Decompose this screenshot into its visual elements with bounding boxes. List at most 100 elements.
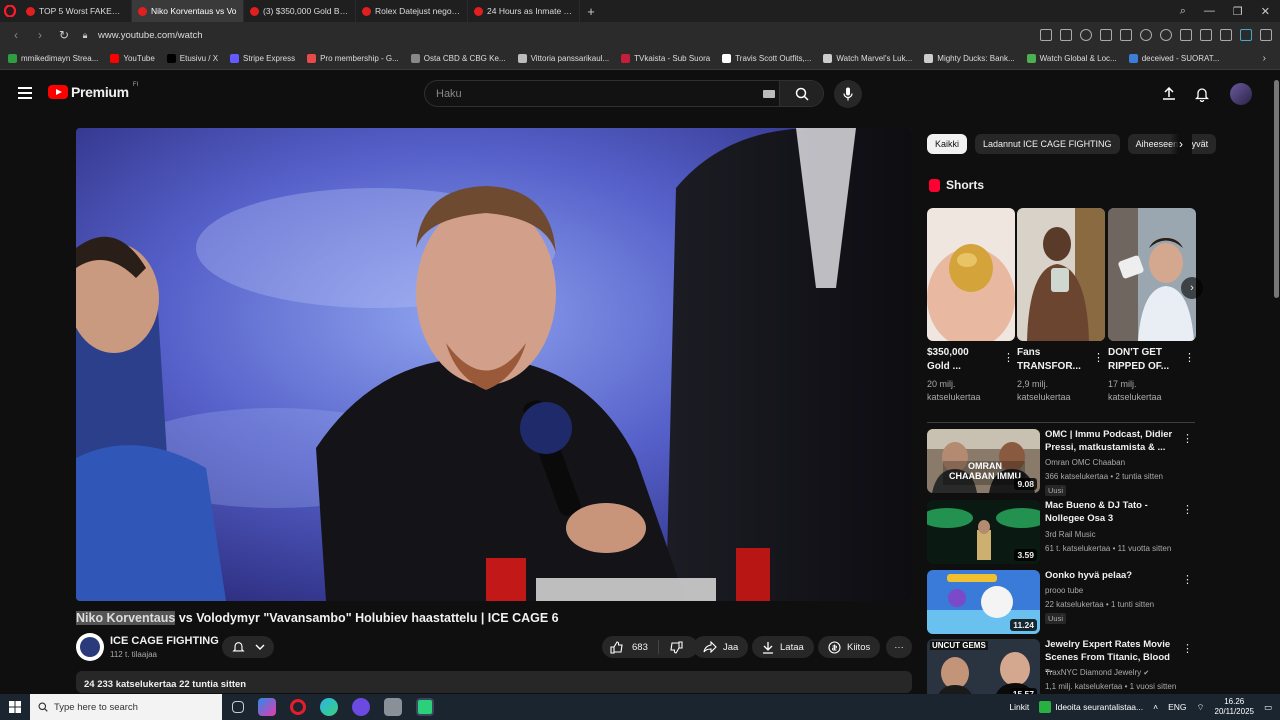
chip-all[interactable]: Kaikki [927, 134, 968, 154]
menu-icon[interactable] [1200, 29, 1212, 41]
short-item[interactable]: $350,000 Gold ... 20 milj. katselukertaa… [927, 208, 1015, 404]
description-box[interactable]: 24 233 katselukertaa 22 tuntia sitten [76, 671, 912, 693]
bookmarks-overflow-chevron-icon[interactable]: › [1263, 53, 1266, 64]
short-item[interactable]: DON'T GET RIPPED OF... 17 milj. katseluk… [1108, 208, 1196, 404]
forward-icon[interactable]: › [30, 25, 50, 45]
shield-icon[interactable] [1080, 29, 1092, 41]
page-scrollbar[interactable] [1272, 70, 1280, 694]
voice-search-button[interactable] [834, 80, 862, 108]
bookmark-item[interactable]: Watch Global & Loc... [1026, 54, 1117, 63]
language-indicator[interactable]: ENG [1168, 702, 1186, 712]
opera-icon[interactable] [0, 0, 20, 22]
bookmark-item[interactable]: YouTube [110, 54, 155, 63]
youtube-premium-logo[interactable]: Premium FI [48, 82, 138, 100]
download-icon[interactable] [1180, 29, 1192, 41]
new-tab-button[interactable]: + [580, 0, 602, 22]
share-button[interactable]: Jaa [693, 636, 749, 658]
lock-icon[interactable]: 🔒︎ [78, 30, 92, 41]
reload-icon[interactable]: ↻ [54, 25, 74, 45]
profile-icon[interactable] [1220, 29, 1232, 41]
more-vert-icon[interactable]: ⋮ [1182, 573, 1193, 586]
recommended-video[interactable]: 3.59 Mac Bueno & DJ Tato - Nollegee Osa … [927, 500, 1197, 564]
extension-icon[interactable] [1100, 29, 1112, 41]
close-icon[interactable]: ✕ [1261, 5, 1270, 18]
bookmark-item[interactable]: mmikedimayn Strea... [8, 54, 98, 63]
chip-uploaded-by[interactable]: Ladannut ICE CAGE FIGHTING [975, 134, 1120, 154]
wifi-icon[interactable]: ⌔ [1197, 702, 1205, 713]
search-tabs-icon[interactable]: ⌕ [1180, 5, 1186, 18]
opera-icon[interactable] [290, 699, 306, 715]
player-icon[interactable] [1140, 29, 1152, 41]
hamburger-menu-icon[interactable] [18, 87, 32, 102]
more-vert-icon[interactable]: ⋮ [1093, 351, 1104, 364]
bookmark-item[interactable]: deceived - SUORAT... [1128, 54, 1219, 63]
bookmark-item[interactable]: Osta CBD & CBG Ke... [410, 54, 506, 63]
minimize-icon[interactable]: — [1204, 5, 1215, 17]
bookmark-item[interactable]: Stripe Express [230, 54, 295, 63]
links-toolbar[interactable]: Linkit [1009, 702, 1029, 712]
clock[interactable]: 16.26 20/11/2025 [1215, 697, 1254, 717]
recommendation-title: OMC | Immu Podcast, Didier Pressi, matku… [1045, 429, 1173, 453]
channel-avatar[interactable] [76, 633, 104, 661]
browser-tab-active[interactable]: Niko Korventaus vs Vo [132, 0, 244, 22]
bookmark-item[interactable]: Vittoria panssarikaul... [517, 54, 609, 63]
recommended-video[interactable]: 11.24 Oonko hyvä pelaa? prooo tube 22 ka… [927, 570, 1197, 634]
aria-icon[interactable] [1240, 29, 1252, 41]
search-button[interactable] [779, 81, 823, 106]
taskbar-search-box[interactable]: Type here to search [30, 694, 222, 720]
shield-icon[interactable] [384, 698, 402, 716]
app-icon[interactable] [258, 698, 276, 716]
browser-tab[interactable]: Rolex Datejust negotiatio [356, 0, 468, 22]
heart-icon[interactable] [1160, 29, 1172, 41]
like-button[interactable]: 683 [602, 640, 659, 654]
discord-icon[interactable] [352, 698, 370, 716]
chevron-up-icon[interactable]: ˄ [1153, 702, 1158, 712]
maximize-icon[interactable]: ❐ [1233, 5, 1243, 18]
more-vert-icon[interactable]: ⋮ [1182, 642, 1193, 655]
subscription-bell-button[interactable] [222, 636, 274, 658]
avatar[interactable] [1230, 83, 1252, 105]
bookmark-item[interactable]: Travis Scott Outfits,... [722, 54, 811, 63]
video-player[interactable] [76, 128, 912, 601]
browser-tab[interactable]: (3) $350,000 Gold Baseball [244, 0, 356, 22]
more-vert-icon[interactable]: ⋮ [1182, 503, 1193, 516]
url-field[interactable]: www.youtube.com/watch [98, 30, 203, 41]
camera-icon[interactable] [1060, 29, 1072, 41]
dislike-button[interactable] [659, 640, 693, 654]
notification-center-icon[interactable]: ▭ [1264, 702, 1272, 713]
address-bar-tools [1040, 22, 1272, 48]
snapshot-icon[interactable] [1040, 29, 1052, 41]
wallet-icon[interactable] [1120, 29, 1132, 41]
edge-icon[interactable] [320, 698, 338, 716]
bookmark-item[interactable]: TVkaista - Sub Suora [621, 54, 710, 63]
task-view-icon[interactable] [232, 701, 244, 713]
upload-button[interactable] [1159, 84, 1179, 104]
notifications-button[interactable] [1192, 84, 1212, 104]
download-button[interactable]: Lataa [752, 636, 814, 658]
keyboard-icon[interactable] [763, 90, 775, 98]
thanks-button[interactable]: Kiitos [818, 636, 881, 658]
search-input[interactable] [425, 87, 745, 100]
recommended-video[interactable]: OMRAN CHAABAN IMMU 9.08 OMC | Immu Podca… [927, 429, 1197, 496]
bookmark-item[interactable]: Pro membership - G... [307, 54, 399, 63]
shorts-logo-icon [929, 178, 940, 192]
terminal-icon[interactable] [416, 698, 434, 716]
more-vert-icon[interactable]: ⋮ [1003, 351, 1014, 364]
bookmark-item[interactable]: Mighty Ducks: Bank... [924, 54, 1015, 63]
browser-tab[interactable]: 24 Hours as Inmate in Ath [468, 0, 580, 22]
shorts-next-chevron-icon[interactable]: › [1181, 277, 1203, 299]
short-item[interactable]: Fans TRANSFOR... 2,9 milj. katselukertaa… [1017, 208, 1105, 404]
more-actions-button[interactable]: ··· [886, 636, 912, 658]
more-vert-icon[interactable]: ⋮ [1182, 432, 1193, 445]
scrollbar-thumb[interactable] [1274, 80, 1279, 298]
chips-next-chevron-icon[interactable]: › [1170, 134, 1192, 154]
back-icon[interactable]: ‹ [6, 25, 26, 45]
windows-start-button[interactable] [0, 694, 30, 720]
notification-ticker[interactable]: Ideoita seurantalistaa... [1039, 701, 1143, 713]
settings-icon[interactable] [1260, 29, 1272, 41]
browser-tab[interactable]: TOP 5 Worst FAKES of ALL [20, 0, 132, 22]
more-vert-icon[interactable]: ⋮ [1184, 351, 1195, 364]
channel-name[interactable]: ICE CAGE FIGHTING [110, 635, 219, 647]
bookmark-item[interactable]: Etusivu / X [166, 54, 218, 63]
bookmark-item[interactable]: Watch Marvel's Luk... [823, 54, 912, 63]
